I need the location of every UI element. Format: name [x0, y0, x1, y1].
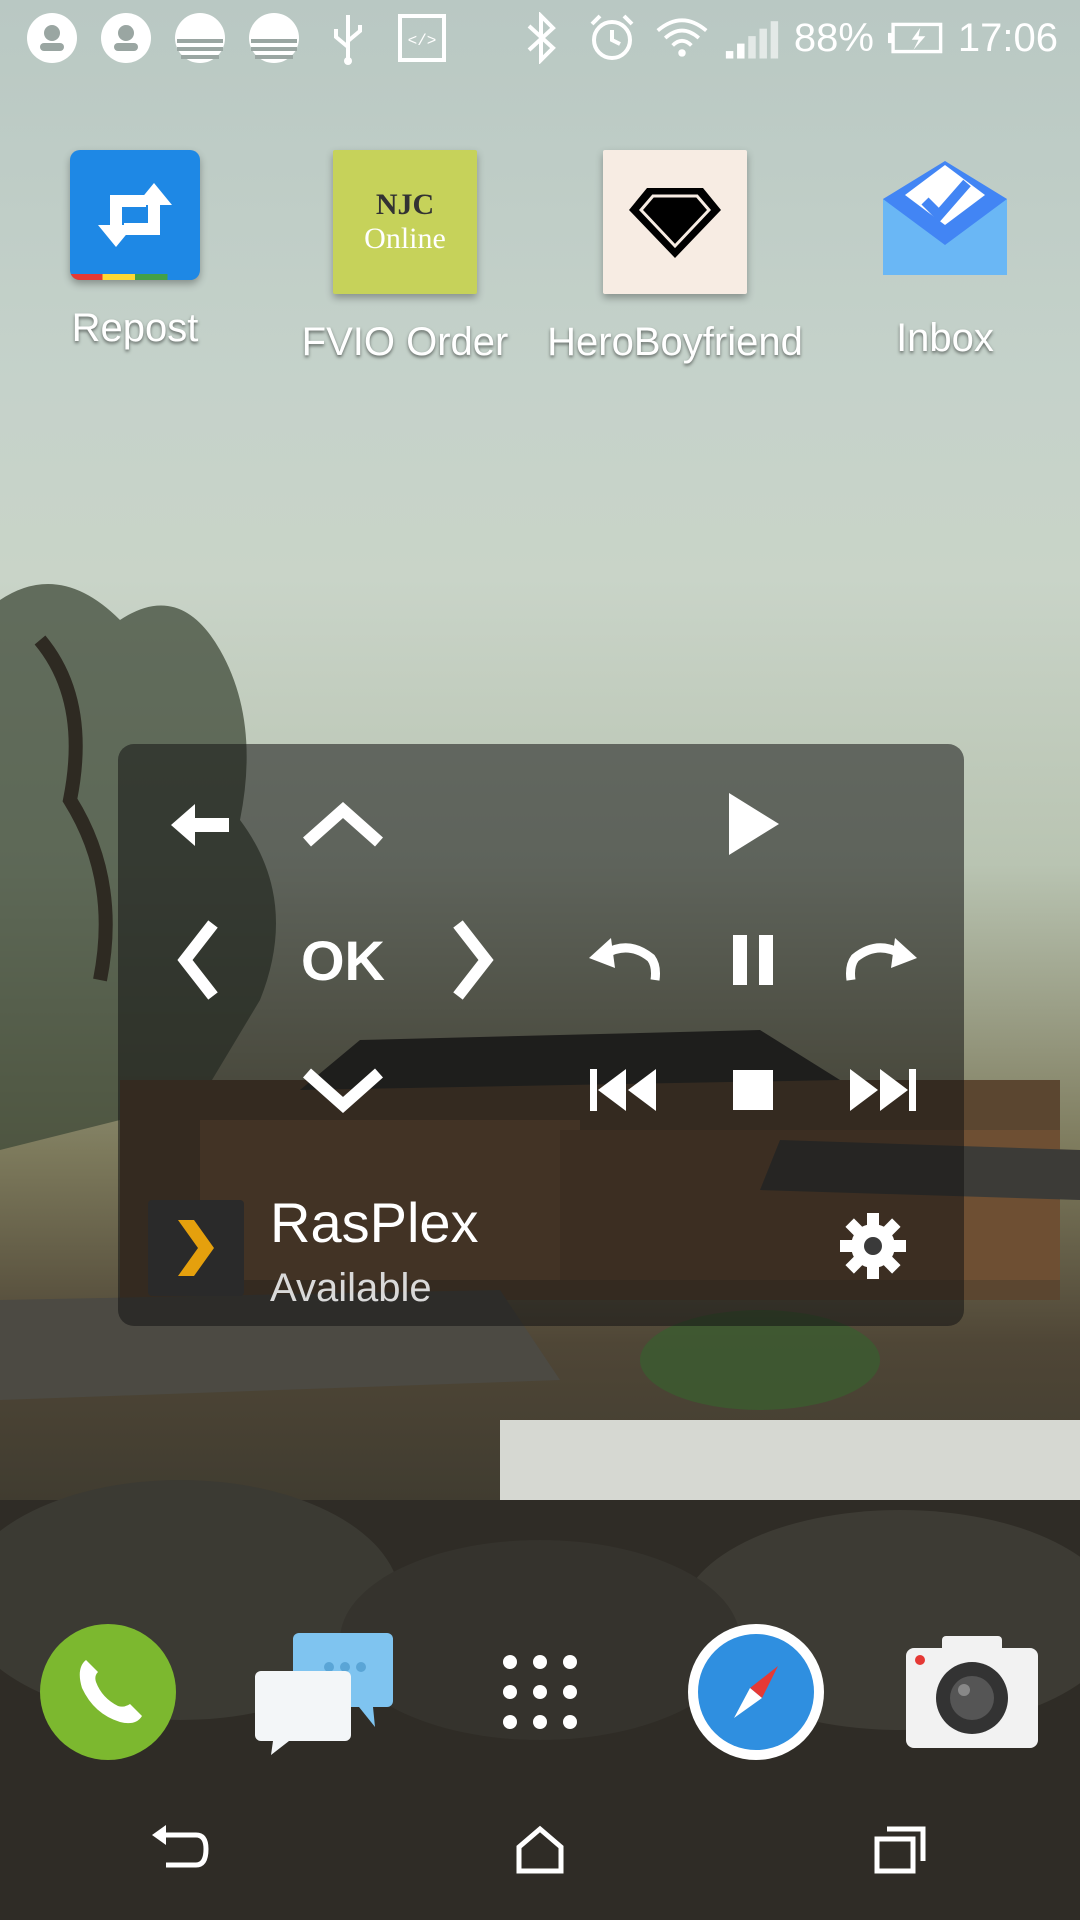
app-repost[interactable]: Repost [0, 150, 270, 365]
signal-icon [724, 10, 780, 66]
server-status: Available [270, 1266, 432, 1310]
back-arrow-icon [171, 804, 229, 846]
clock: 17:06 [957, 15, 1058, 60]
dock-camera[interactable] [864, 1622, 1080, 1762]
notification-icon [246, 10, 302, 66]
chevron-right-icon [453, 920, 494, 1000]
repost-icon [70, 150, 200, 280]
dock-app-drawer[interactable] [432, 1622, 648, 1762]
status-icons-left: </> [24, 10, 450, 66]
bluetooth-icon [514, 10, 570, 66]
inbox-icon [875, 150, 1015, 290]
app-drawer-icon [503, 1655, 577, 1729]
up-button[interactable] [278, 780, 408, 870]
dock [0, 1622, 1080, 1762]
app-label-inbox: Inbox [896, 316, 994, 360]
left-button[interactable] [148, 910, 248, 1010]
plex-logo-icon [148, 1200, 244, 1296]
step-forward-button[interactable] [818, 910, 948, 1010]
forward-curve-icon [846, 938, 917, 981]
skip-previous-button[interactable] [558, 1040, 688, 1140]
nav-home-button[interactable] [360, 1810, 720, 1890]
njc-text: NJC [375, 188, 435, 221]
skip-next-button[interactable] [818, 1040, 948, 1140]
skip-previous-icon [590, 1069, 656, 1111]
notification-icon [172, 10, 228, 66]
home-icon [516, 1825, 564, 1874]
right-button[interactable] [418, 910, 528, 1010]
app-fvio-order[interactable]: NJC Online FVIO Order [270, 150, 540, 365]
server-name[interactable]: RasPlex [270, 1190, 479, 1255]
plex-remote-widget: OK RasPlex Available [118, 744, 964, 1326]
home-app-row: Repost NJC Online FVIO Order HeroBoyfrie… [0, 150, 1080, 365]
back-icon [152, 1825, 209, 1868]
chevron-left-icon [177, 920, 218, 1000]
chevron-up-icon [303, 802, 383, 847]
usb-icon [320, 10, 376, 66]
down-button[interactable] [278, 1040, 408, 1140]
ok-label: OK [301, 928, 385, 992]
play-button[interactable] [688, 774, 818, 874]
skip-next-icon [850, 1069, 916, 1111]
app-inbox[interactable]: Inbox [810, 150, 1080, 365]
dock-messages[interactable] [216, 1622, 432, 1762]
camera-icon [906, 1636, 1038, 1748]
phone-icon [40, 1624, 176, 1760]
chevron-down-icon [303, 1068, 383, 1113]
rewind-curve-icon [589, 938, 660, 981]
back-arrow-button[interactable] [148, 780, 248, 870]
navigation-bar [0, 1810, 1080, 1890]
diamond-icon [603, 150, 747, 294]
app-label-repost: Repost [71, 306, 199, 350]
notification-icon [98, 10, 154, 66]
stop-button[interactable] [688, 1040, 818, 1140]
play-icon [729, 793, 779, 855]
gear-icon [840, 1213, 906, 1279]
dock-browser[interactable] [648, 1622, 864, 1762]
ok-button[interactable]: OK [278, 910, 408, 1010]
app-label-heroboyfriend: HeroBoyfriend [547, 320, 803, 364]
messages-icon [255, 1633, 393, 1755]
wifi-icon [654, 10, 710, 66]
status-bar: </> 88% 17:06 [0, 0, 1080, 80]
battery-charging-icon [887, 10, 944, 66]
online-text: Online [364, 222, 446, 255]
dock-phone[interactable] [0, 1622, 216, 1762]
pause-icon [733, 935, 773, 985]
njc-online-icon: NJC Online [333, 150, 477, 294]
compass-icon [688, 1624, 824, 1760]
developer-icon: </> [394, 10, 450, 66]
svg-text:</>: </> [408, 32, 437, 50]
app-heroboyfriend[interactable]: HeroBoyfriend [540, 150, 810, 365]
app-label-fvio-order: FVIO Order [301, 320, 509, 364]
alarm-icon [584, 10, 640, 66]
nav-back-button[interactable] [0, 1810, 360, 1890]
settings-button[interactable] [818, 1196, 928, 1296]
step-back-button[interactable] [558, 910, 688, 1010]
pause-button[interactable] [688, 910, 818, 1010]
stop-icon [733, 1070, 773, 1110]
battery-percent: 88% [793, 15, 874, 60]
nav-recents-button[interactable] [720, 1810, 1080, 1890]
notification-icon [24, 10, 80, 66]
status-icons-right: 88% 17:06 [514, 10, 1058, 66]
recents-icon [874, 1826, 926, 1874]
